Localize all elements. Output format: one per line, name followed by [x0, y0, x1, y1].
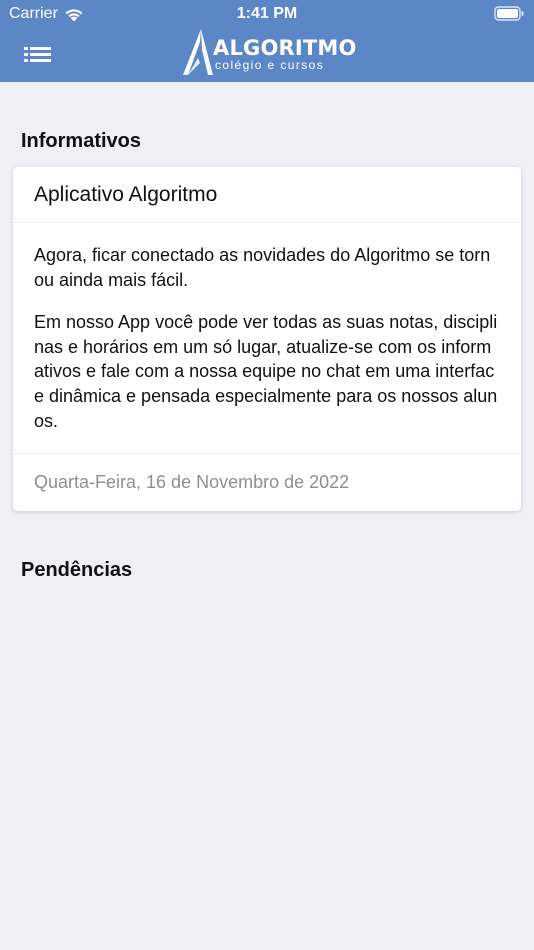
pendencias-section-title: Pendências — [21, 559, 133, 581]
algoritmo-logo-icon — [183, 29, 213, 75]
battery-icon — [494, 6, 524, 21]
brand-name: ALGORITMO — [213, 36, 357, 60]
top-navigation-bar: Carrier 1:41 PM ALGORITMO colégio e curs… — [0, 0, 534, 82]
brand-logo: ALGORITMO colégio e cursos — [182, 28, 357, 78]
informativo-paragraph: Agora, ficar conectado as novidades do A… — [34, 245, 491, 290]
status-time: 1:41 PM — [236, 5, 298, 22]
informativo-date: Quarta-Feira, 16 de Novembro de 2022 — [34, 472, 350, 492]
status-bar: Carrier 1:41 PM — [0, 0, 534, 28]
informativo-card[interactable]: Aplicativo Algoritmo Agora, ficar conect… — [13, 167, 521, 511]
informativo-paragraph: Em nosso App você pode ver todas as suas… — [34, 312, 498, 431]
hamburger-menu-icon — [24, 47, 51, 62]
informativos-section-title: Informativos — [21, 130, 142, 152]
informativo-body: Agora, ficar conectado as novidades do A… — [13, 223, 521, 454]
informativo-title: Aplicativo Algoritmo — [13, 167, 521, 223]
menu-button[interactable] — [24, 42, 54, 66]
brand-tagline: colégio e cursos — [215, 58, 325, 72]
